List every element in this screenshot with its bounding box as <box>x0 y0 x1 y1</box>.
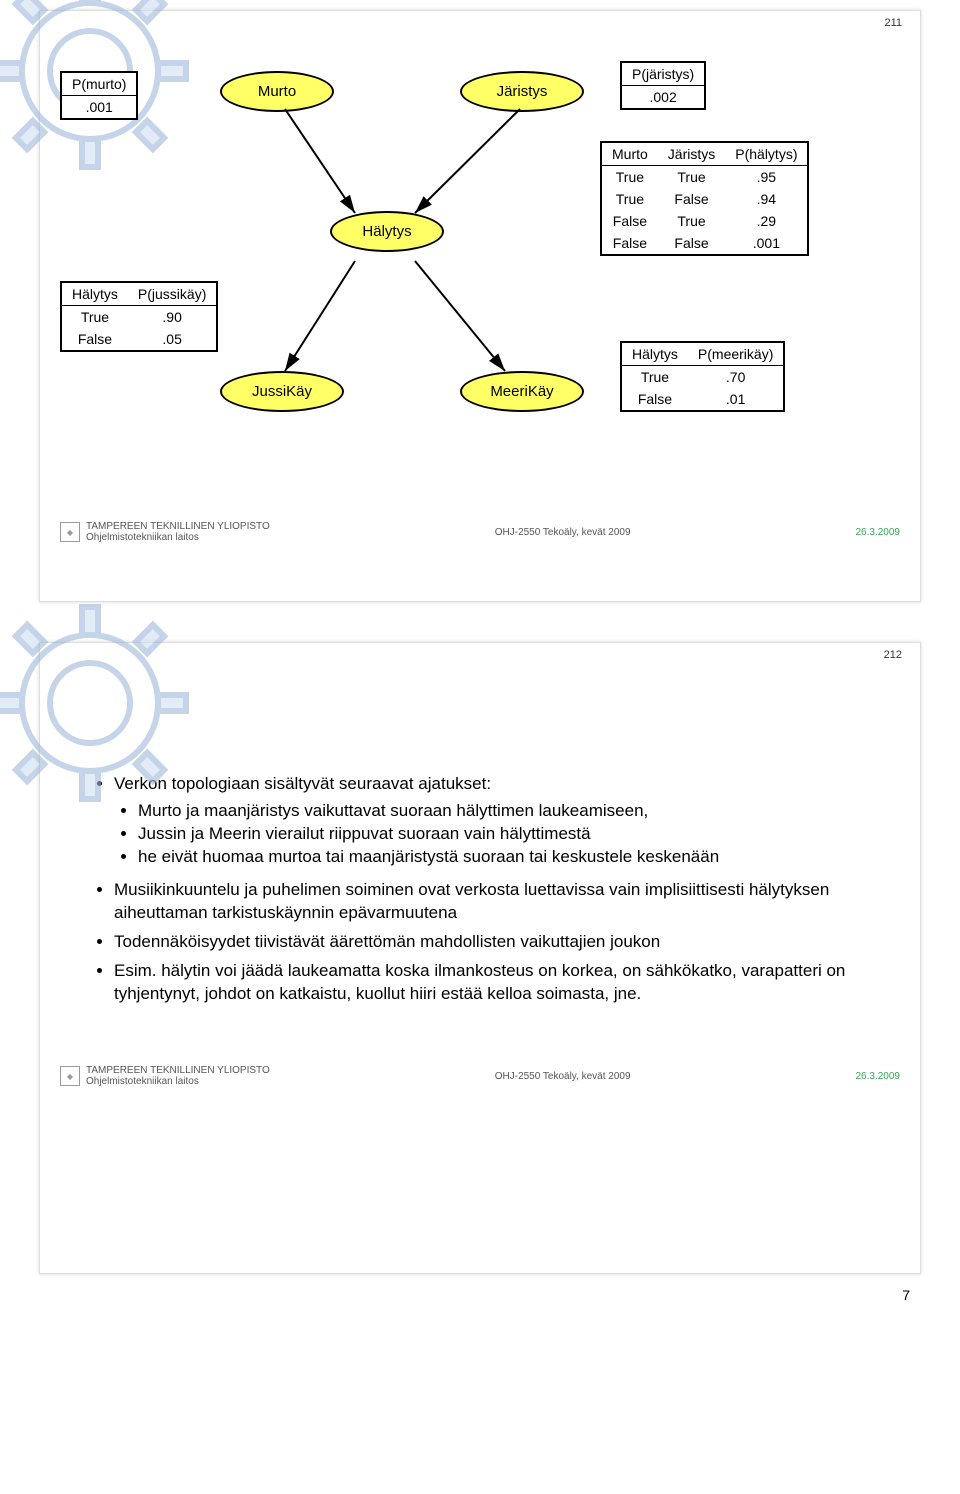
gear-icon <box>0 603 190 803</box>
cell: False <box>622 388 688 410</box>
university-name: TAMPEREEN TEKNILLINEN YLIOPISTO <box>86 521 270 532</box>
p-meerikay-h2: P(meerikäy) <box>688 343 783 366</box>
p-murto-box: P(murto) .001 <box>60 71 138 120</box>
p-murto-val: .001 <box>62 96 136 119</box>
node-jaristys: Järistys <box>460 71 584 112</box>
cell: True <box>62 306 128 329</box>
p-jaristys-val: .002 <box>622 86 704 109</box>
node-meerikay: MeeriKäy <box>460 371 584 412</box>
university-name: TAMPEREEN TEKNILLINEN YLIOPISTO <box>86 1065 270 1076</box>
cell: .70 <box>688 366 783 389</box>
cell: True <box>658 166 725 189</box>
p-halytys-h1: Murto <box>602 143 658 166</box>
cell: .95 <box>725 166 807 189</box>
cell: False <box>62 328 128 350</box>
p-halytys-h3: P(hälytys) <box>725 143 807 166</box>
node-halytys-label: Hälytys <box>332 223 442 240</box>
sub-bullet: Murto ja maanjäristys vaikuttavat suoraa… <box>138 800 870 823</box>
p-jaristys-box: P(järistys) .002 <box>620 61 706 110</box>
p-meerikay-box: Hälytys P(meerikäy) True .70 False .01 <box>620 341 785 412</box>
p-halytys-h2: Järistys <box>658 143 725 166</box>
department-name: Ohjelmistotekniikan laitos <box>86 1076 270 1087</box>
cell: .29 <box>725 210 807 232</box>
page-number: 7 <box>902 1287 910 1303</box>
slide-number: 212 <box>884 649 902 661</box>
node-jussikay-label: JussiKäy <box>222 383 342 400</box>
p-murto-title: P(murto) <box>62 73 136 96</box>
node-meerikay-label: MeeriKäy <box>462 383 582 400</box>
slide-footer: ◆ TAMPEREEN TEKNILLINEN YLIOPISTO Ohjelm… <box>60 521 900 543</box>
p-halytys-box: Murto Järistys P(hälytys) True True .95 … <box>600 141 809 256</box>
cell: .01 <box>688 388 783 410</box>
bullet: Verkon topologiaan sisältyvät seuraavat … <box>114 773 870 869</box>
node-jaristys-label: Järistys <box>462 83 582 100</box>
cell: .94 <box>725 188 807 210</box>
cell: False <box>602 210 658 232</box>
university-logo-icon: ◆ <box>60 522 80 542</box>
university-logo-icon: ◆ <box>60 1066 80 1086</box>
cell: False <box>658 188 725 210</box>
slide-footer: ◆ TAMPEREEN TEKNILLINEN YLIOPISTO Ohjelm… <box>60 1065 900 1087</box>
node-halytys: Hälytys <box>330 211 444 252</box>
bullet: Todennäköisyydet tiivistävät äärettömän … <box>114 931 870 954</box>
p-jussikay-h2: P(jussikäy) <box>128 283 216 306</box>
slide-2: 212 <box>39 642 921 1274</box>
bullet: Esim. hälytin voi jäädä laukeamatta kosk… <box>114 960 870 1006</box>
sub-bullet: he eivät huomaa murtoa tai maanjäristyst… <box>138 846 870 869</box>
cell: True <box>622 366 688 389</box>
slide-date: 26.3.2009 <box>856 1071 901 1082</box>
department-name: Ohjelmistotekniikan laitos <box>86 532 270 543</box>
p-jaristys-title: P(järistys) <box>622 63 704 86</box>
bayes-network-diagram: P(murto) .001 Murto Järistys P(järistys)… <box>60 51 860 491</box>
bullet: Musiikinkuuntelu ja puhelimen soiminen o… <box>114 879 870 925</box>
node-murto: Murto <box>220 71 334 112</box>
sub-bullet: Jussin ja Meerin vierailut riippuvat suo… <box>138 823 870 846</box>
cell: False <box>602 232 658 254</box>
course-code: OHJ-2550 Tekoäly, kevät 2009 <box>495 1071 631 1082</box>
slide-number: 211 <box>884 17 902 29</box>
cell: True <box>658 210 725 232</box>
node-murto-label: Murto <box>222 83 332 100</box>
cell: False <box>658 232 725 254</box>
slide-body: Verkon topologiaan sisältyvät seuraavat … <box>60 773 900 1005</box>
p-jussikay-box: Hälytys P(jussikäy) True .90 False .05 <box>60 281 218 352</box>
slide-date: 26.3.2009 <box>856 527 901 538</box>
node-jussikay: JussiKäy <box>220 371 344 412</box>
cell: True <box>602 188 658 210</box>
p-jussikay-h1: Hälytys <box>62 283 128 306</box>
cell: .05 <box>128 328 216 350</box>
slide-1: 211 <box>39 10 921 602</box>
course-code: OHJ-2550 Tekoäly, kevät 2009 <box>495 527 631 538</box>
cell: .90 <box>128 306 216 329</box>
cell: True <box>602 166 658 189</box>
arrows-layer <box>60 51 860 491</box>
cell: .001 <box>725 232 807 254</box>
p-meerikay-h1: Hälytys <box>622 343 688 366</box>
